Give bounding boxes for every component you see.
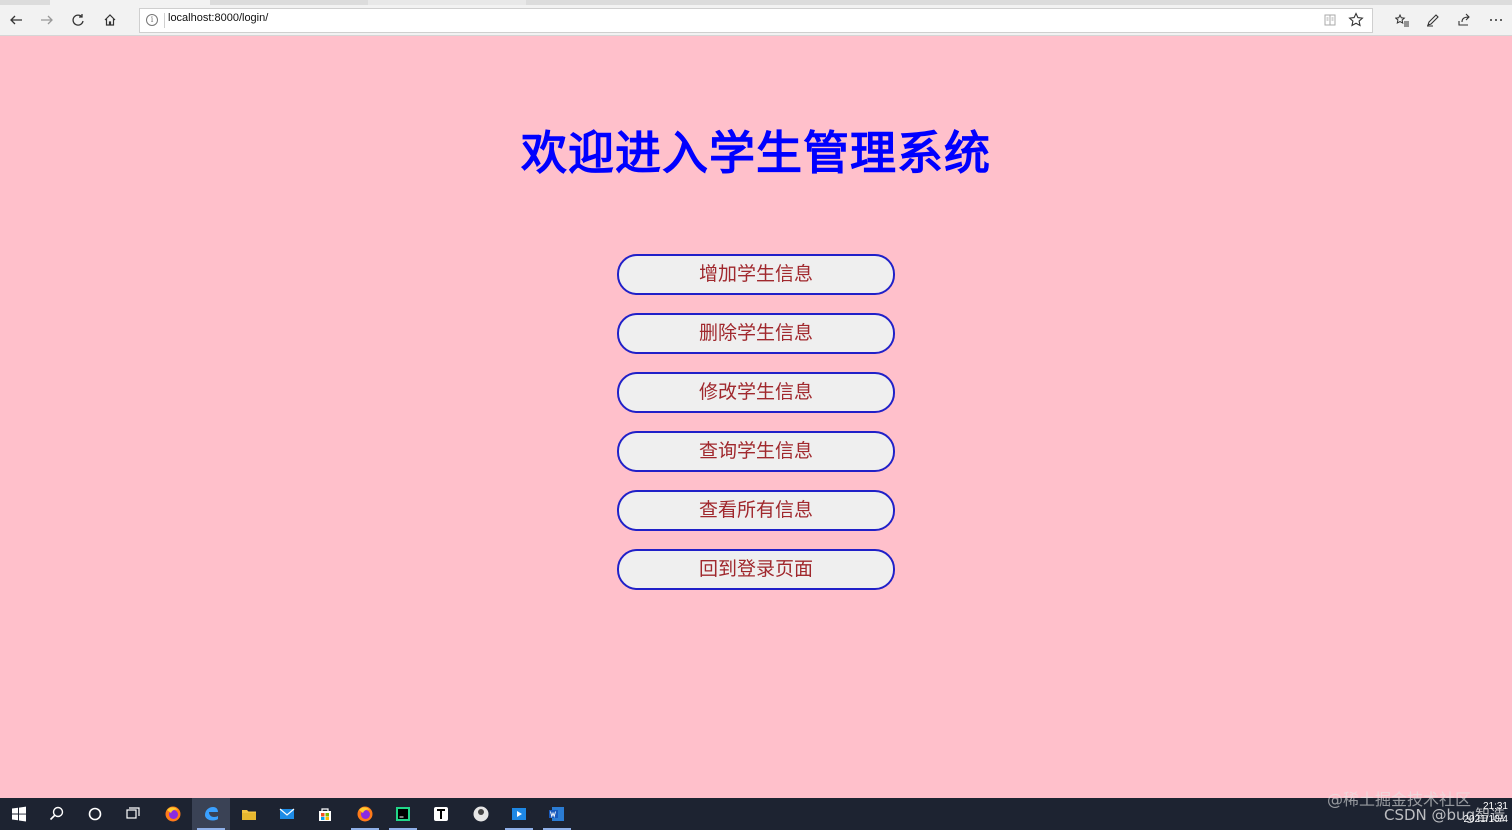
pycharm-icon[interactable] xyxy=(384,798,422,830)
star-icon[interactable] xyxy=(1348,12,1364,28)
add-student-button[interactable]: 增加学生信息 xyxy=(617,254,895,295)
favorites-icon[interactable] xyxy=(1390,8,1414,32)
browser-toolbar: i localhost:8000/login/ xyxy=(0,5,1512,36)
firefox-icon-2[interactable] xyxy=(346,798,384,830)
query-student-button[interactable]: 查询学生信息 xyxy=(617,431,895,472)
action-menu: 增加学生信息 删除学生信息 修改学生信息 查询学生信息 查看所有信息 回到登录页… xyxy=(617,254,895,608)
address-separator xyxy=(164,13,165,28)
url-text[interactable]: localhost:8000/login/ xyxy=(168,12,268,24)
forward-arrow-icon[interactable] xyxy=(35,8,59,32)
firefox-icon[interactable] xyxy=(154,798,192,830)
edit-student-button[interactable]: 修改学生信息 xyxy=(617,372,895,413)
home-icon[interactable] xyxy=(98,8,122,32)
back-to-login-button[interactable]: 回到登录页面 xyxy=(617,549,895,590)
file-explorer-icon[interactable] xyxy=(230,798,268,830)
edge-icon[interactable] xyxy=(192,798,230,830)
cortana-icon[interactable] xyxy=(76,798,114,830)
delete-student-button[interactable]: 删除学生信息 xyxy=(617,313,895,354)
pen-icon[interactable] xyxy=(1421,8,1445,32)
typora-icon[interactable] xyxy=(422,798,460,830)
view-all-button[interactable]: 查看所有信息 xyxy=(617,490,895,531)
back-arrow-icon[interactable] xyxy=(4,8,28,32)
page-title: 欢迎进入学生管理系统 xyxy=(521,126,991,180)
refresh-icon[interactable] xyxy=(66,8,90,32)
media-icon[interactable] xyxy=(500,798,538,830)
reading-view-icon[interactable] xyxy=(1324,14,1336,26)
store-icon[interactable] xyxy=(306,798,344,830)
mail-icon[interactable] xyxy=(268,798,306,830)
info-icon[interactable]: i xyxy=(146,14,158,26)
address-bar[interactable]: i localhost:8000/login/ xyxy=(139,8,1373,33)
app-icon[interactable] xyxy=(462,798,500,830)
word-icon[interactable] xyxy=(538,798,576,830)
more-icon[interactable] xyxy=(1484,8,1508,32)
search-icon[interactable] xyxy=(38,798,76,830)
windows-start-icon[interactable] xyxy=(0,798,38,830)
clock-time: 21:31 xyxy=(1482,801,1508,812)
taskbar xyxy=(0,798,1512,830)
task-view-icon[interactable] xyxy=(114,798,152,830)
share-icon[interactable] xyxy=(1452,8,1476,32)
system-clock[interactable]: 21:31 2021/10/4 xyxy=(1462,800,1509,826)
clock-date: 2021/10/4 xyxy=(1463,814,1509,825)
